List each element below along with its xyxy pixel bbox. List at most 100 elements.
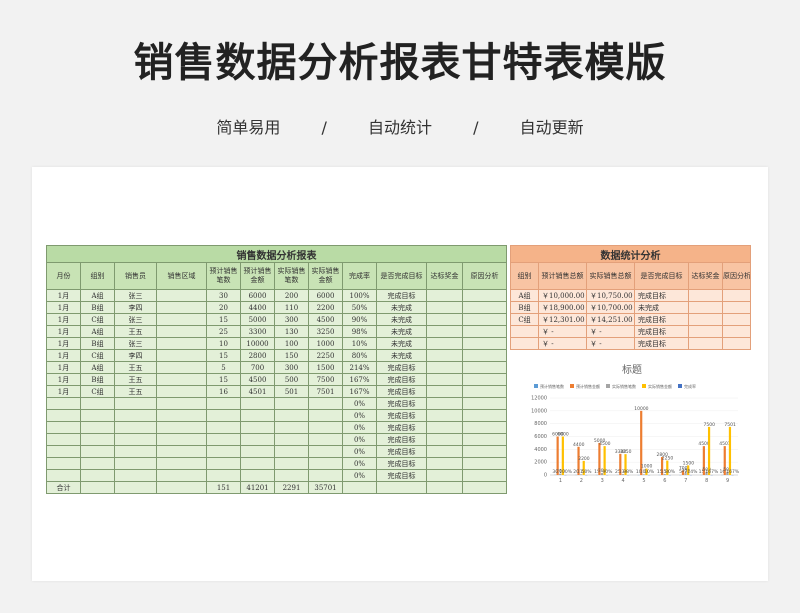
- table-cell[interactable]: [688, 313, 723, 326]
- table-cell[interactable]: [46, 421, 81, 434]
- table-cell[interactable]: 25: [206, 325, 241, 338]
- table-cell[interactable]: [156, 421, 207, 434]
- table-cell[interactable]: [206, 457, 241, 470]
- table-cell[interactable]: [426, 433, 463, 446]
- table-cell[interactable]: 150: [274, 349, 309, 362]
- table-cell[interactable]: [688, 289, 723, 302]
- table-cell[interactable]: 1500: [308, 361, 343, 374]
- table-cell[interactable]: [426, 409, 463, 422]
- table-cell[interactable]: ￥ -: [586, 325, 635, 338]
- table-cell[interactable]: [426, 457, 463, 470]
- table-cell[interactable]: [80, 445, 115, 458]
- table-cell[interactable]: [426, 325, 463, 338]
- table-cell[interactable]: 完成目标: [634, 337, 689, 350]
- table-cell[interactable]: [114, 481, 157, 494]
- table-cell[interactable]: 0%: [342, 445, 377, 458]
- table-cell[interactable]: 完成目标: [376, 373, 427, 386]
- table-cell[interactable]: 合计: [46, 481, 81, 494]
- table-cell[interactable]: 1月: [46, 337, 81, 350]
- table-cell[interactable]: ￥10,750.00: [586, 289, 635, 302]
- table-cell[interactable]: [240, 445, 275, 458]
- table-cell[interactable]: ￥ -: [586, 337, 635, 350]
- table-cell[interactable]: ￥18,900.00: [538, 301, 587, 314]
- table-cell[interactable]: [46, 433, 81, 446]
- table-cell[interactable]: [274, 409, 309, 422]
- table-cell[interactable]: 30: [206, 289, 241, 302]
- table-cell[interactable]: 未完成: [634, 301, 689, 314]
- table-cell[interactable]: 41201: [240, 481, 275, 494]
- table-cell[interactable]: [426, 289, 463, 302]
- table-cell[interactable]: [80, 469, 115, 482]
- table-cell[interactable]: 原因分析: [462, 262, 507, 290]
- table-cell[interactable]: 完成目标: [376, 421, 427, 434]
- table-cell[interactable]: [240, 457, 275, 470]
- table-cell[interactable]: A组: [80, 361, 115, 374]
- table-cell[interactable]: [426, 397, 463, 410]
- table-cell[interactable]: 王五: [114, 361, 157, 374]
- table-cell[interactable]: 80%: [342, 349, 377, 362]
- table-cell[interactable]: 200: [274, 289, 309, 302]
- table-cell[interactable]: 4500: [240, 373, 275, 386]
- table-cell[interactable]: 1月: [46, 289, 81, 302]
- table-cell[interactable]: ￥12,301.00: [538, 313, 587, 326]
- table-cell[interactable]: A组: [80, 289, 115, 302]
- table-cell[interactable]: 1000: [308, 337, 343, 350]
- table-cell[interactable]: C组: [80, 349, 115, 362]
- table-cell[interactable]: 0%: [342, 469, 377, 482]
- table-cell[interactable]: 2291: [274, 481, 309, 494]
- table-cell[interactable]: 张三: [114, 313, 157, 326]
- table-cell[interactable]: [156, 361, 207, 374]
- table-cell[interactable]: [274, 397, 309, 410]
- table-cell[interactable]: [156, 289, 207, 302]
- table-cell[interactable]: B组: [80, 337, 115, 350]
- table-cell[interactable]: A组: [80, 325, 115, 338]
- table-cell[interactable]: [462, 349, 507, 362]
- table-cell[interactable]: 16: [206, 385, 241, 398]
- table-cell[interactable]: 完成目标: [634, 289, 689, 302]
- table-cell[interactable]: 完成率: [342, 262, 377, 290]
- table-cell[interactable]: [206, 469, 241, 482]
- table-cell[interactable]: [376, 481, 427, 494]
- table-cell[interactable]: 完成目标: [376, 289, 427, 302]
- table-cell[interactable]: [462, 325, 507, 338]
- table-cell[interactable]: [114, 445, 157, 458]
- table-cell[interactable]: [426, 481, 463, 494]
- table-cell[interactable]: 35701: [308, 481, 343, 494]
- table-cell[interactable]: [114, 421, 157, 434]
- table-cell[interactable]: [462, 301, 507, 314]
- table-cell[interactable]: [274, 421, 309, 434]
- table-cell[interactable]: [156, 325, 207, 338]
- table-cell[interactable]: 5: [206, 361, 241, 374]
- table-cell[interactable]: 完成目标: [376, 397, 427, 410]
- table-cell[interactable]: [308, 457, 343, 470]
- table-cell[interactable]: 2200: [308, 301, 343, 314]
- table-cell[interactable]: [114, 397, 157, 410]
- table-cell[interactable]: 组别: [510, 262, 539, 290]
- table-cell[interactable]: [206, 445, 241, 458]
- table-cell[interactable]: 167%: [342, 373, 377, 386]
- table-cell[interactable]: 0%: [342, 397, 377, 410]
- table-cell[interactable]: 90%: [342, 313, 377, 326]
- table-cell[interactable]: [114, 409, 157, 422]
- table-cell[interactable]: 完成目标: [376, 457, 427, 470]
- table-cell[interactable]: 2800: [240, 349, 275, 362]
- table-cell[interactable]: 0%: [342, 409, 377, 422]
- table-cell[interactable]: [46, 445, 81, 458]
- table-cell[interactable]: [462, 409, 507, 422]
- table-cell[interactable]: [308, 409, 343, 422]
- table-cell[interactable]: [274, 469, 309, 482]
- table-cell[interactable]: 完成目标: [376, 361, 427, 374]
- table-cell[interactable]: [206, 421, 241, 434]
- table-cell[interactable]: [240, 433, 275, 446]
- table-cell[interactable]: [462, 289, 507, 302]
- table-cell[interactable]: 完成目标: [634, 313, 689, 326]
- table-cell[interactable]: 实际销售笔数: [274, 262, 309, 290]
- table-cell[interactable]: 王五: [114, 385, 157, 398]
- table-cell[interactable]: 300: [274, 361, 309, 374]
- table-cell[interactable]: C组: [80, 385, 115, 398]
- table-cell[interactable]: [721, 289, 752, 302]
- table-cell[interactable]: [240, 469, 275, 482]
- table-cell[interactable]: [156, 409, 207, 422]
- table-cell[interactable]: [462, 385, 507, 398]
- table-cell[interactable]: 完成目标: [376, 385, 427, 398]
